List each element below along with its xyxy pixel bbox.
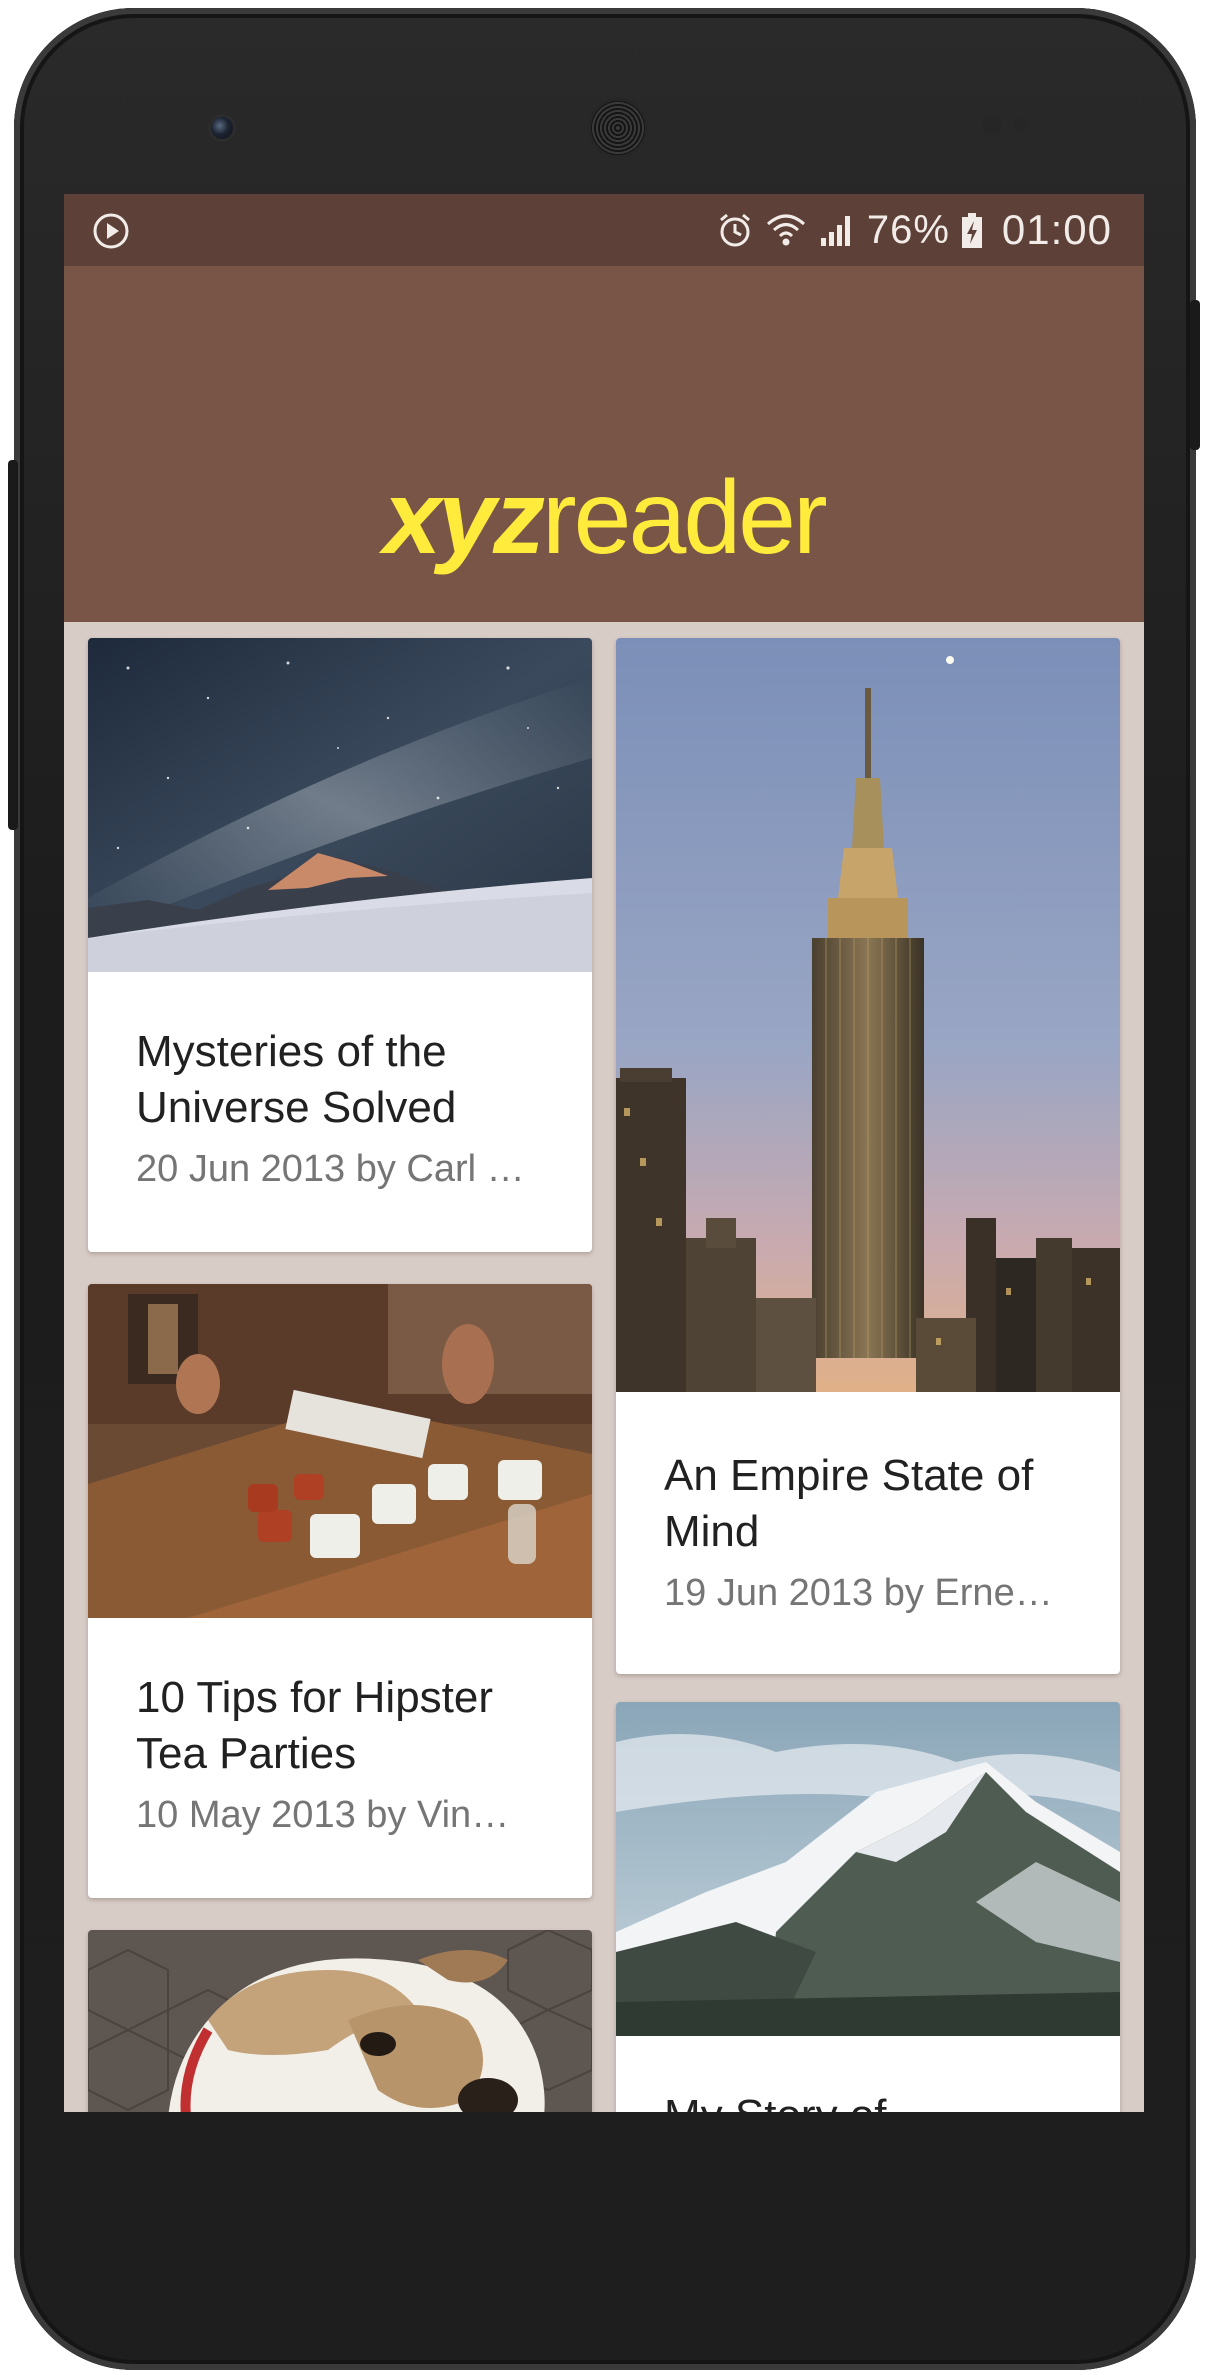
battery-charging-icon <box>961 213 982 248</box>
screen: 76% 01:00 xyzreader Mysteries of the Uni… <box>64 194 1144 2112</box>
front-camera <box>208 114 236 142</box>
battery-percent: 76% <box>866 207 950 252</box>
article-image-snowy-mountain <box>616 1702 1120 2036</box>
app-logo: xyzreader <box>383 460 827 576</box>
wifi-icon <box>766 214 805 246</box>
article-card[interactable]: My Story of <box>616 1702 1120 2112</box>
proximity-sensor <box>982 116 1002 136</box>
article-meta: 19 Jun 2013 by Erne… <box>664 1572 1053 1614</box>
signal-icon <box>820 216 850 246</box>
card-text: 10 Tips for Hipster Tea Parties 10 May 2… <box>88 1670 592 1837</box>
status-bar: 76% 01:00 <box>64 194 1144 266</box>
article-title: Mysteries of the Universe Solved <box>136 1027 457 1132</box>
article-image-tea-party <box>88 1284 592 1618</box>
play-icon <box>93 213 129 249</box>
article-image-bulldog <box>88 1930 592 2112</box>
article-title: An Empire State of Mind <box>664 1451 1034 1556</box>
card-text: My Story of <box>616 2088 1120 2112</box>
earpiece-speaker <box>588 98 648 158</box>
article-card[interactable] <box>88 1930 592 2112</box>
article-image-night-sky <box>88 638 592 972</box>
article-image-empire-state <box>616 638 1120 1392</box>
article-meta: 10 May 2013 by Vin… <box>136 1794 510 1836</box>
alarm-icon <box>719 213 750 247</box>
article-title: 10 Tips for Hipster Tea Parties <box>136 1673 494 1778</box>
volume-rocker <box>8 460 18 830</box>
light-sensor <box>1014 118 1028 132</box>
app-toolbar: xyzreader <box>64 266 1144 622</box>
article-title: My Story of <box>664 2088 1072 2112</box>
article-card[interactable]: 10 Tips for Hipster Tea Parties 10 May 2… <box>88 1284 592 1898</box>
article-card[interactable]: An Empire State of Mind 19 Jun 2013 by E… <box>616 638 1120 1674</box>
power-button <box>1190 300 1200 450</box>
article-meta: 20 Jun 2013 by Carl … <box>136 1148 525 1190</box>
card-text: An Empire State of Mind 19 Jun 2013 by E… <box>616 1448 1120 1615</box>
card-text: Mysteries of the Universe Solved 20 Jun … <box>88 1024 592 1191</box>
clock: 01:00 <box>1001 206 1112 253</box>
article-card[interactable]: Mysteries of the Universe Solved 20 Jun … <box>88 638 592 1252</box>
